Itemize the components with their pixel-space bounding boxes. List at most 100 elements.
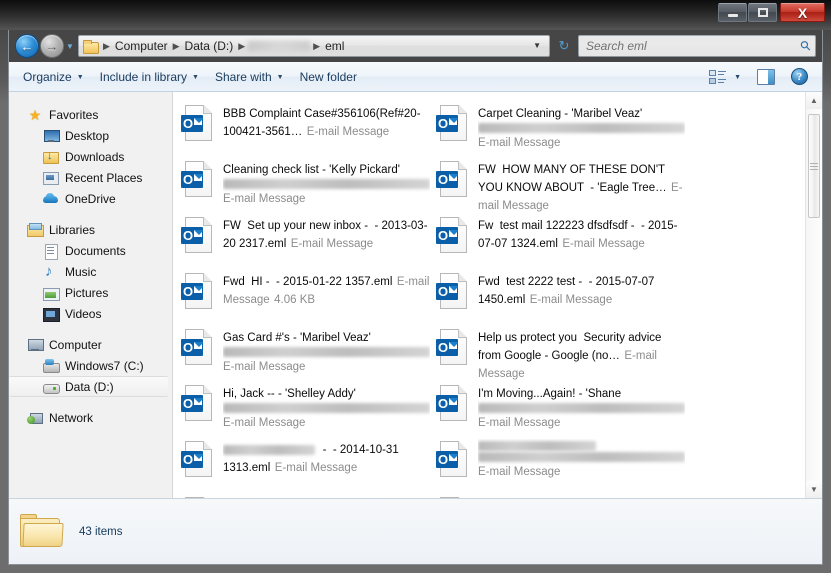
- scrollbar-thumb[interactable]: [808, 114, 820, 218]
- breadcrumb-item-redacted[interactable]: [248, 41, 311, 51]
- folder-icon: [19, 512, 65, 552]
- sidebar-item-downloads[interactable]: Downloads: [9, 146, 172, 167]
- close-icon: X: [797, 4, 808, 21]
- close-button[interactable]: X: [780, 3, 825, 22]
- forward-button[interactable]: →: [40, 34, 64, 58]
- sidebar-item-data-d[interactable]: Data (D:): [9, 376, 168, 397]
- preview-pane-button[interactable]: [749, 65, 783, 89]
- search-box[interactable]: ⚲: [578, 35, 816, 57]
- redacted-email-address: [223, 347, 430, 357]
- list-item[interactable]: O Iddddaa on 11 Dec at 05 30AM - -: [434, 492, 689, 498]
- search-input[interactable]: [586, 39, 802, 53]
- breadcrumb-item-eml[interactable]: eml: [323, 36, 346, 56]
- list-item[interactable]: O Hi, Jack -- - 'Shelley Addy' E-mail Me…: [179, 380, 434, 436]
- list-item[interactable]: O - - 2014-10-31 1313.eml E-mail Message: [179, 436, 434, 492]
- list-item[interactable]: O Gas Card #'s - 'Maribel Veaz' E-mail M…: [179, 324, 434, 380]
- share-with-button[interactable]: Share with ▼: [207, 66, 292, 88]
- sidebar-group-favorites: Favorites Desktop Downloads Recent Place…: [9, 104, 172, 209]
- view-options-icon: [709, 69, 727, 85]
- outlook-email-icon: O: [434, 217, 472, 263]
- change-view-button[interactable]: ▼: [701, 65, 749, 89]
- list-item[interactable]: O I'm Moving...Again! - 'Shane E-mail Me…: [434, 380, 689, 436]
- navigation-pane: Favorites Desktop Downloads Recent Place…: [9, 92, 173, 498]
- sidebar-item-windows7-c[interactable]: Windows7 (C:): [9, 355, 172, 376]
- list-item[interactable]: O Iddddaa on 02 Jan at 05 30AM - -: [179, 492, 434, 498]
- list-item[interactable]: O Carpet Cleaning - 'Maribel Veaz' E-mai…: [434, 100, 689, 156]
- back-button[interactable]: ←: [15, 34, 39, 58]
- sidebar-label: Music: [65, 264, 97, 279]
- list-item[interactable]: O E-mail Message: [434, 436, 689, 492]
- vertical-scrollbar[interactable]: ▲ ▼: [805, 92, 822, 498]
- organize-button[interactable]: Organize ▼: [15, 66, 92, 88]
- outlook-email-icon: O: [179, 161, 217, 207]
- main-area: Favorites Desktop Downloads Recent Place…: [9, 92, 822, 498]
- list-item[interactable]: O Cleaning check list - 'Kelly Pickard' …: [179, 156, 434, 212]
- breadcrumb-item-data-d[interactable]: Data (D:): [183, 36, 236, 56]
- breadcrumb[interactable]: ▶ Computer ▶ Data (D:) ▶ ▶ eml ▼: [78, 35, 550, 57]
- forward-arrow-icon: →: [45, 38, 59, 54]
- breadcrumb-item-computer[interactable]: Computer: [113, 36, 170, 56]
- sidebar-item-videos[interactable]: Videos: [9, 303, 172, 324]
- sidebar-label: Videos: [65, 306, 102, 321]
- sidebar-item-computer[interactable]: Computer: [9, 334, 172, 355]
- file-text: FW Set up your new inbox - - 2013-03-20 …: [223, 215, 430, 252]
- refresh-button[interactable]: ↻: [553, 35, 575, 57]
- chevron-down-icon: ▼: [276, 74, 284, 81]
- file-name: I'm Moving...Again! - 'Shane: [478, 388, 622, 400]
- maximize-button[interactable]: [748, 3, 777, 22]
- redacted-email-address: [223, 403, 430, 413]
- scroll-down-button[interactable]: ▼: [806, 481, 822, 498]
- file-type: E-mail Message: [223, 193, 306, 205]
- share-with-label: Share with: [214, 69, 272, 84]
- file-name: Carpet Cleaning - 'Maribel Veaz': [478, 108, 643, 120]
- sidebar-item-favorites[interactable]: Favorites: [9, 104, 172, 125]
- onedrive-icon: [43, 191, 59, 207]
- title-bar: X: [0, 0, 831, 30]
- documents-icon: [43, 243, 59, 260]
- sidebar-item-libraries[interactable]: Libraries: [9, 219, 172, 240]
- sidebar-item-pictures[interactable]: Pictures: [9, 282, 172, 303]
- list-item[interactable]: O Fwd test 2222 test - - 2015-07-07 1450…: [434, 268, 689, 324]
- sidebar-item-music[interactable]: Music: [9, 261, 172, 282]
- pictures-icon: [43, 285, 60, 301]
- sidebar-label: Favorites: [49, 107, 99, 122]
- file-type: E-mail Message: [274, 462, 358, 474]
- list-item[interactable]: O Fw test mail 122223 dfsdfsdf - - 2015-…: [434, 212, 689, 268]
- list-item[interactable]: O Fwd HI - - 2015-01-22 1357.eml E-mail …: [179, 268, 434, 324]
- sidebar-item-desktop[interactable]: Desktop: [9, 125, 172, 146]
- drive-d-icon: [43, 379, 60, 395]
- details-text: 43 items: [79, 526, 122, 538]
- file-type: E-mail Message: [223, 417, 306, 429]
- sidebar-label: Recent Places: [65, 170, 143, 185]
- redacted-sender-name: [223, 444, 315, 455]
- sidebar-item-network[interactable]: Network: [9, 407, 172, 428]
- file-name: Cleaning check list - 'Kelly Pickard': [223, 164, 400, 176]
- minimize-button[interactable]: [718, 3, 747, 22]
- breadcrumb-dropdown-icon[interactable]: ▼: [527, 36, 547, 56]
- scroll-up-button[interactable]: ▲: [806, 92, 822, 109]
- file-list-pane[interactable]: O BBB Complaint Case#356106(Ref#20-10042…: [173, 92, 822, 498]
- new-folder-button[interactable]: New folder: [292, 66, 365, 88]
- list-item[interactable]: O Help us protect you Security advice fr…: [434, 324, 689, 380]
- include-in-library-button[interactable]: Include in library ▼: [92, 66, 207, 88]
- file-text: Help us protect you Security advice from…: [478, 327, 685, 380]
- sidebar-item-onedrive[interactable]: OneDrive: [9, 188, 172, 209]
- videos-icon: [43, 306, 60, 322]
- file-name: Fwd HI - - 2015-01-22 1357.eml: [223, 276, 393, 288]
- details-pane: 43 items: [9, 498, 822, 564]
- include-in-library-label: Include in library: [99, 69, 188, 84]
- list-item[interactable]: O FW Set up your new inbox - - 2013-03-2…: [179, 212, 434, 268]
- outlook-email-icon: O: [434, 105, 472, 151]
- list-item[interactable]: O FW HOW MANY OF THESE DON'T YOU KNOW AB…: [434, 156, 689, 212]
- list-item[interactable]: O BBB Complaint Case#356106(Ref#20-10042…: [179, 100, 434, 156]
- command-bar: Organize ▼ Include in library ▼ Share wi…: [9, 62, 822, 92]
- sidebar-item-documents[interactable]: Documents: [9, 240, 172, 261]
- help-button[interactable]: ?: [783, 64, 816, 89]
- recent-pages-button[interactable]: ▼: [64, 34, 76, 58]
- file-type: E-mail Message: [529, 294, 613, 306]
- file-list: O BBB Complaint Case#356106(Ref#20-10042…: [173, 92, 805, 498]
- sidebar-label: Windows7 (C:): [65, 358, 144, 373]
- outlook-email-icon: O: [179, 329, 217, 375]
- help-icon: ?: [791, 68, 808, 85]
- sidebar-item-recent-places[interactable]: Recent Places: [9, 167, 172, 188]
